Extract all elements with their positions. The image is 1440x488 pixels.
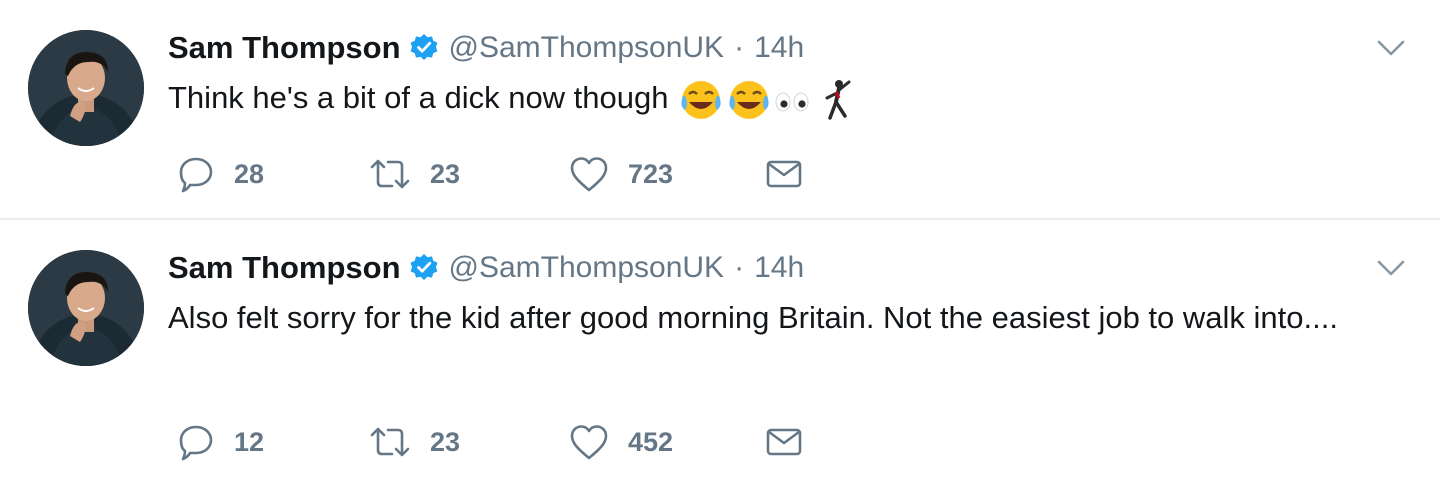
retweet-count: 23 xyxy=(430,158,461,189)
tweet[interactable]: Sam Thompson @SamThompsonUK · 14h Also f… xyxy=(0,220,1440,488)
avatar[interactable] xyxy=(28,30,144,146)
speech-bubble-icon xyxy=(179,425,213,461)
reply-button[interactable]: 12 xyxy=(176,420,264,464)
verified-badge-icon xyxy=(409,253,439,283)
avatar[interactable] xyxy=(28,250,144,366)
separator-dot: · xyxy=(734,251,745,284)
tweet-timestamp[interactable]: 14h xyxy=(754,251,804,285)
tweet-header: Sam Thompson @SamThompsonUK · 14h xyxy=(168,26,804,70)
tweet-text-content: Think he's a bit of a dick now though xyxy=(168,80,669,115)
retweet-button[interactable]: 23 xyxy=(368,420,460,464)
author-handle[interactable]: @SamThompsonUK xyxy=(449,31,725,65)
face-with-tears-of-joy-icon xyxy=(680,80,721,119)
heart-icon xyxy=(570,425,608,460)
face-with-tears-of-joy-icon xyxy=(728,80,769,119)
retweet-count: 23 xyxy=(430,426,461,457)
tweet-text: Also felt sorry for the kid after good m… xyxy=(168,300,1338,335)
heart-icon xyxy=(570,157,608,192)
verified-badge-icon xyxy=(409,33,439,63)
direct-message-button[interactable] xyxy=(764,152,804,196)
like-button[interactable]: 452 xyxy=(568,420,673,464)
like-count: 723 xyxy=(628,158,674,189)
emoji-group xyxy=(679,78,855,122)
author-name[interactable]: Sam Thompson xyxy=(168,30,401,66)
reply-count: 12 xyxy=(234,426,265,457)
like-button[interactable]: 723 xyxy=(568,152,673,196)
retweet-button[interactable]: 23 xyxy=(368,152,460,196)
tweet-header: Sam Thompson @SamThompsonUK · 14h xyxy=(168,246,804,290)
envelope-icon xyxy=(766,160,802,188)
chevron-down-icon[interactable] xyxy=(1376,38,1406,58)
like-count: 452 xyxy=(628,426,674,457)
author-name[interactable]: Sam Thompson xyxy=(168,250,401,286)
man-dancing-icon xyxy=(825,79,850,120)
retweet-arrows-icon xyxy=(370,159,410,189)
direct-message-button[interactable] xyxy=(764,420,804,464)
separator-dot: · xyxy=(734,31,745,64)
eyes-icon xyxy=(775,92,808,112)
tweet-timestamp[interactable]: 14h xyxy=(754,31,804,65)
chevron-down-icon[interactable] xyxy=(1376,258,1406,278)
envelope-icon xyxy=(766,428,802,456)
speech-bubble-icon xyxy=(179,157,213,193)
retweet-arrows-icon xyxy=(370,427,410,457)
reply-count: 28 xyxy=(234,158,265,189)
tweet-feed: Sam Thompson @SamThompsonUK · 14h Think … xyxy=(0,0,1440,488)
tweet[interactable]: Sam Thompson @SamThompsonUK · 14h Think … xyxy=(0,0,1440,220)
reply-button[interactable]: 28 xyxy=(176,152,264,196)
tweet-text: Think he's a bit of a dick now though xyxy=(168,74,1398,122)
author-handle[interactable]: @SamThompsonUK xyxy=(449,251,725,285)
